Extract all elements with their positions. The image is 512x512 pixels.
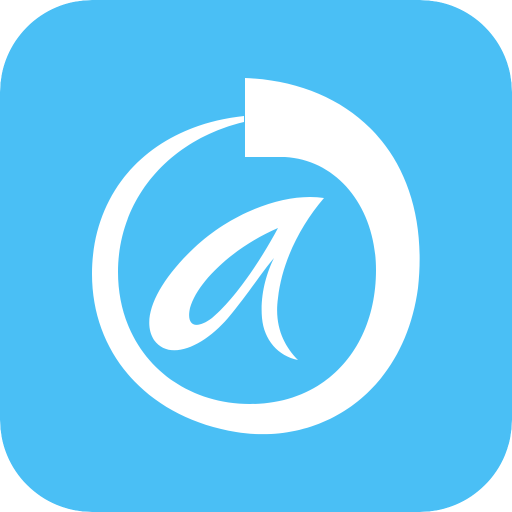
icon-background	[0, 0, 512, 512]
swirl-letter-a-logo-icon	[0, 0, 512, 512]
app-icon[interactable]	[0, 0, 512, 512]
